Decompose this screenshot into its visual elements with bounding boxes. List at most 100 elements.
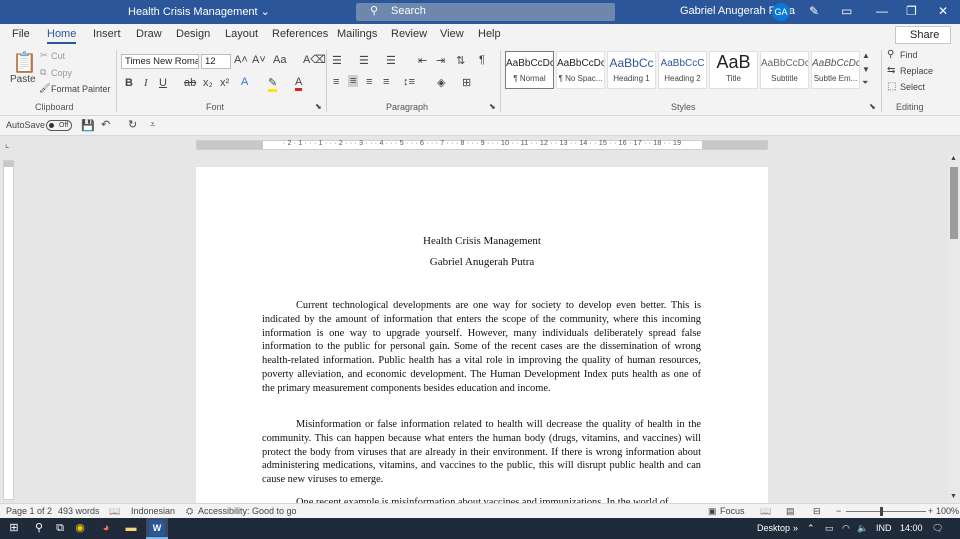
web-layout-icon[interactable]: ⊟ [813,506,821,517]
file-explorer-icon[interactable]: ▬ [123,520,139,536]
styles-more-icon[interactable]: ⏷ [862,78,868,88]
style-subtitle[interactable]: AaBbCcDc Subtitle [760,51,809,89]
zoom-out-icon[interactable]: − [836,506,841,516]
desktop-expand-icon[interactable]: » [793,523,798,533]
search-box[interactable]: ⚲ Search [356,3,615,21]
tray-overflow-icon[interactable]: ⌃ [807,523,815,534]
vertical-ruler[interactable] [3,160,14,500]
font-name-select[interactable]: Times New Roma [121,54,199,69]
decrease-indent-icon[interactable]: ⇤ [418,54,427,67]
select-icon[interactable]: ⬚ [887,81,896,92]
italic-icon[interactable]: I [144,77,148,89]
highlight-icon[interactable]: ✎ [268,76,278,92]
scroll-down-icon[interactable]: ▼ [950,493,957,500]
superscript-icon[interactable]: x² [220,77,229,89]
chrome-icon[interactable]: ◉ [72,520,88,536]
tab-home[interactable]: Home [47,28,77,44]
clock[interactable]: 14:00 [900,523,923,533]
save-icon[interactable]: 💾 [81,119,95,132]
paste-icon[interactable]: 📋 [12,50,37,75]
font-size-select[interactable]: 12 [201,54,231,69]
increase-indent-icon[interactable]: ⇥ [436,54,445,67]
change-case-icon[interactable]: Aa [273,54,286,66]
styles-dialog-launcher-icon[interactable]: ⬊ [869,102,876,111]
word-icon[interactable]: W [149,520,165,536]
styles-scroll-down-icon[interactable]: ▼ [862,65,870,74]
search-icon[interactable]: ⚲ [31,520,47,536]
share-button[interactable]: Share [895,26,951,44]
tab-references[interactable]: References [272,28,328,40]
tab-view[interactable]: View [440,28,464,40]
volume-icon[interactable]: 🔈 [857,523,868,534]
strikethrough-icon[interactable]: ab [184,77,196,89]
autosave-toggle[interactable]: Off [46,120,72,131]
tab-mailings[interactable]: Mailings [337,28,377,40]
read-mode-icon[interactable]: 📖 [760,506,771,517]
replace-icon[interactable]: ⇆ [887,65,895,76]
replace-button[interactable]: Replace [900,66,933,76]
copy-icon[interactable]: ⧉ [40,67,46,78]
close-icon[interactable]: ✕ [938,4,948,18]
grow-font-icon[interactable]: A˄ [234,54,248,66]
justify-icon[interactable]: ≡ [383,76,389,88]
underline-icon[interactable]: U [159,77,167,89]
notifications-icon[interactable]: 🗨 [932,523,943,534]
align-center-icon[interactable]: ≡ [348,75,359,87]
find-icon[interactable]: ⚲ [887,49,894,60]
font-dialog-launcher-icon[interactable]: ⬊ [315,102,322,111]
pen-icon[interactable]: ✎ [809,4,819,18]
tab-selector-icon[interactable]: ⌞ [5,139,9,150]
shrink-font-icon[interactable]: A˅ [252,54,266,66]
zoom-slider[interactable] [846,511,926,512]
show-marks-icon[interactable]: ¶ [479,54,485,66]
ribbon-display-icon[interactable]: ▭ [841,4,852,18]
style-no-spacing[interactable]: AaBbCcDc ¶ No Spac... [556,51,605,89]
copy-button[interactable]: Copy [51,68,72,78]
find-button[interactable]: Find [900,50,918,60]
battery-icon[interactable]: ▭ [825,523,834,534]
language[interactable]: Indonesian [131,506,175,516]
tab-layout[interactable]: Layout [225,28,258,40]
line-spacing-icon[interactable]: ↕≡ [403,76,415,88]
tab-draw[interactable]: Draw [136,28,162,40]
text-effects-icon[interactable]: A [241,76,248,88]
paste-button[interactable]: Paste [10,74,36,85]
align-left-icon[interactable]: ≡ [333,76,339,88]
windows-start-icon[interactable]: ⊞ [6,520,22,536]
bullets-icon[interactable]: ☰ [332,54,342,67]
print-layout-icon[interactable]: ▤ [786,506,795,517]
styles-scroll-up-icon[interactable]: ▲ [862,51,870,60]
clear-formatting-icon[interactable]: A⌫ [303,53,326,66]
accessibility-status[interactable]: Accessibility: Good to go [198,506,297,516]
style-subtle-emphasis[interactable]: AaBbCcDc Subtle Em... [811,51,860,89]
tab-review[interactable]: Review [391,28,427,40]
tab-file[interactable]: File [12,28,30,40]
vertical-scrollbar[interactable]: ▲ ▼ [948,155,960,505]
word-count[interactable]: 493 words [58,506,100,516]
multilevel-list-icon[interactable]: ☰ [386,54,396,67]
document-page[interactable]: Health Crisis Management Gabriel Anugera… [196,167,768,507]
format-painter-icon[interactable]: 🖌 [39,83,50,94]
restore-icon[interactable]: ❐ [906,4,917,18]
paragraph-dialog-launcher-icon[interactable]: ⬊ [489,102,496,111]
cut-button[interactable]: Cut [51,51,65,61]
borders-icon[interactable]: ⊞ [462,76,471,89]
bold-icon[interactable]: B [125,77,133,89]
proofing-icon[interactable]: 📖 [109,506,120,517]
document-title[interactable]: Health Crisis Management ⌄ [128,5,270,18]
redo-icon[interactable]: ↻ [128,118,137,131]
firefox-icon[interactable]: ◕ [98,520,114,536]
style-heading-1[interactable]: AaBbCc Heading 1 [607,51,656,89]
input-language[interactable]: IND [876,523,892,533]
numbering-icon[interactable]: ☰ [359,54,369,67]
zoom-in-icon[interactable]: + [928,506,933,516]
wifi-icon[interactable]: ◠ [842,523,850,534]
cut-icon[interactable]: ✂ [40,50,48,61]
zoom-slider-handle[interactable] [880,507,883,516]
undo-icon[interactable]: ↶ [101,118,110,131]
minimize-icon[interactable]: — [876,4,888,18]
scrollbar-thumb[interactable] [950,167,958,239]
focus-button[interactable]: Focus [720,506,745,516]
tab-design[interactable]: Design [176,28,210,40]
desktop-toolbar[interactable]: Desktop [757,523,790,533]
